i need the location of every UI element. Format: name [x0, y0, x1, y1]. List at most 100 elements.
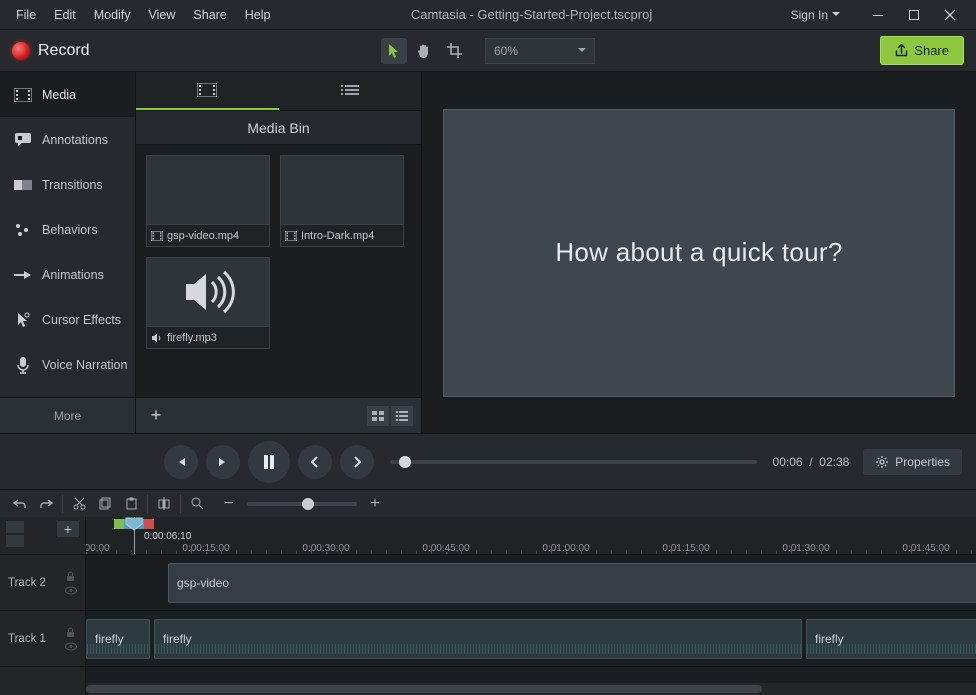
cut-button[interactable] [67, 493, 91, 515]
title-bar: FileEditModifyViewShareHelp Camtasia - G… [0, 0, 976, 30]
media-bin-tab-thumbs[interactable] [136, 72, 279, 110]
menu-modify[interactable]: Modify [86, 4, 139, 26]
media-clip[interactable]: gsp-video.mp4 [146, 155, 270, 247]
sidebar-label: Media [42, 88, 76, 102]
media-clip[interactable]: Intro-Dark.mp4 [280, 155, 404, 247]
copy-button[interactable] [93, 493, 117, 515]
eye-icon [65, 586, 77, 595]
list-icon [341, 84, 359, 96]
zoom-find-button[interactable] [185, 493, 209, 515]
view-list-button[interactable] [391, 406, 413, 426]
menu-share[interactable]: Share [185, 4, 234, 26]
split-icon [158, 497, 170, 510]
clip-name: gsp-video [177, 576, 229, 590]
eye-icon [65, 642, 77, 651]
pointer-tool[interactable] [381, 38, 407, 64]
zoom-out-button[interactable]: − [217, 493, 241, 515]
scrub-bar[interactable] [390, 460, 757, 464]
sidebar-item-animations[interactable]: Animations [0, 252, 135, 297]
timeline-control[interactable] [6, 535, 24, 547]
sign-in-label: Sign In [791, 8, 828, 22]
sidebar-label: Animations [42, 268, 104, 282]
sidebar-item-behaviors[interactable]: Behaviors [0, 207, 135, 252]
menu-help[interactable]: Help [237, 4, 279, 26]
sidebar-item-annotations[interactable]: Annotations [0, 117, 135, 162]
playhead-time: 0:00:06;10 [144, 531, 191, 542]
sidebar-item-transitions[interactable]: Transitions [0, 162, 135, 207]
timecode: 00:06 / 02:38 [773, 455, 850, 469]
media-bin-title: Media Bin [136, 111, 421, 145]
canvas-area: How about a quick tour? [422, 72, 976, 433]
chevron-down-icon [832, 12, 840, 17]
record-button[interactable]: Record [12, 42, 90, 60]
timeline-clip[interactable]: firefly [154, 619, 802, 659]
timeline-clip[interactable]: firefly [86, 619, 150, 659]
chevron-down-icon [578, 48, 586, 53]
undo-button[interactable] [8, 493, 32, 515]
sidebar-item-media[interactable]: Media [0, 72, 135, 117]
zoom-in-button[interactable]: + [363, 493, 387, 515]
gear-icon [875, 455, 889, 469]
list-small-icon [396, 411, 408, 421]
paste-button[interactable] [119, 493, 143, 515]
clip-thumbnail [280, 155, 404, 225]
crop-tool[interactable] [441, 38, 467, 64]
animations-icon [14, 266, 32, 284]
split-button[interactable] [152, 493, 176, 515]
transitions-icon [14, 176, 32, 194]
sidebar-label: Voice Narration [42, 358, 127, 372]
scrub-thumb[interactable] [399, 456, 411, 468]
track-lane[interactable]: fireflyfireflyfirefly [86, 611, 976, 667]
clip-label: firefly.mp3 [146, 327, 270, 349]
track-lane[interactable]: gsp-video [86, 555, 976, 611]
sidebar-item-voice-narration[interactable]: Voice Narration [0, 342, 135, 387]
view-grid-button[interactable] [367, 406, 389, 426]
behaviors-icon [14, 221, 32, 239]
redo-icon [39, 498, 53, 510]
properties-button[interactable]: Properties [863, 449, 962, 475]
timeline-scrollbar[interactable] [86, 683, 976, 695]
menu-edit[interactable]: Edit [46, 4, 84, 26]
preview-canvas[interactable]: How about a quick tour? [443, 109, 955, 397]
next-frame-button[interactable] [206, 445, 240, 479]
track-name: Track 2 [8, 577, 46, 589]
grid-icon [372, 411, 384, 421]
timeline-clip[interactable]: firefly [806, 619, 976, 659]
playhead[interactable]: 0:00:06;10 [134, 517, 135, 555]
media-bin-tab-library[interactable] [279, 72, 422, 110]
add-track-button[interactable]: + [57, 521, 79, 537]
prev-frame-button[interactable] [164, 445, 198, 479]
share-button[interactable]: Share [880, 36, 964, 65]
sign-in-button[interactable]: Sign In [785, 6, 846, 24]
next-marker-button[interactable] [340, 445, 374, 479]
track-header[interactable]: Track 2 [0, 555, 85, 611]
undo-icon [13, 498, 27, 510]
minimize-button[interactable] [860, 1, 896, 29]
timeline-clip[interactable]: gsp-video [168, 563, 976, 603]
playback-bar: 00:06 / 02:38 Properties [0, 433, 976, 489]
tool-sidebar: Media AnnotationsTransitionsBehaviors Anim… [0, 72, 136, 433]
timeline-control[interactable] [6, 521, 24, 533]
play-pause-button[interactable] [248, 441, 290, 483]
redo-button[interactable] [34, 493, 58, 515]
zoom-slider[interactable] [247, 502, 357, 506]
add-media-button[interactable]: + [144, 404, 168, 428]
crop-icon [447, 43, 462, 58]
menu-view[interactable]: View [141, 4, 184, 26]
sidebar-item-cursor-effects[interactable]: Cursor Effects [0, 297, 135, 342]
timeline-ruler[interactable]: 0:00:00;000:00:15;000:00:30;000:00:45;00… [86, 517, 976, 555]
magnifier-icon [191, 497, 204, 510]
pan-tool[interactable] [411, 38, 437, 64]
sidebar-more[interactable]: More [0, 397, 135, 433]
media-clip[interactable]: firefly.mp3 [146, 257, 270, 349]
ruler-tick: 0:01:30;00 [782, 543, 829, 554]
menu-file[interactable]: File [8, 4, 44, 26]
playhead-icon [125, 517, 143, 531]
step-forward-icon [217, 456, 229, 468]
maximize-button[interactable] [896, 1, 932, 29]
clip-icon [197, 83, 217, 97]
prev-marker-button[interactable] [298, 445, 332, 479]
track-header[interactable]: Track 1 [0, 611, 85, 667]
zoom-dropdown[interactable]: 60% [485, 38, 595, 64]
close-button[interactable] [932, 1, 968, 29]
